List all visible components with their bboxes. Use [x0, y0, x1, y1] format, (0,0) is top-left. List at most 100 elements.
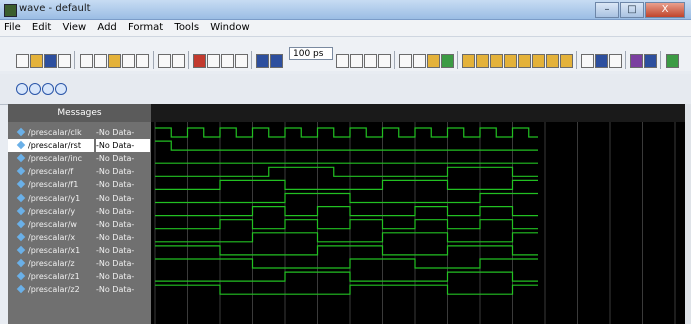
signal-name-row[interactable]: /prescalar/z2	[8, 283, 94, 296]
signal-name-row[interactable]: /prescalar/x1	[8, 244, 94, 257]
zoom-cursor-icon[interactable]	[55, 83, 67, 95]
restart-icon[interactable]	[427, 54, 440, 68]
zoom-toolbar	[0, 74, 691, 105]
signal-name: /prescalar/y1	[28, 193, 81, 203]
paste-icon[interactable]	[108, 54, 121, 68]
left-right-arrow-icon[interactable]	[270, 54, 283, 68]
edge-any-icon[interactable]	[518, 54, 531, 68]
signal-waveform	[155, 219, 538, 230]
signal-value: -No Data-	[96, 167, 135, 177]
signal-name-row[interactable]: /prescalar/rst	[8, 139, 94, 153]
print-icon[interactable]	[58, 54, 71, 68]
zoom-out-icon[interactable]	[29, 83, 41, 95]
menu-window[interactable]: Window	[206, 20, 253, 33]
open-folder-icon[interactable]	[30, 54, 43, 68]
wave-group-icon[interactable]	[235, 54, 248, 68]
signal-waveform	[155, 258, 538, 269]
copy-icon[interactable]	[94, 54, 107, 68]
window-title: wave - default	[19, 3, 91, 14]
cut-icon[interactable]	[80, 54, 93, 68]
compile-icon[interactable]	[193, 54, 206, 68]
signal-name-row[interactable]: /prescalar/z	[8, 257, 94, 270]
break-icon[interactable]	[378, 54, 391, 68]
signal-value: -No Data-	[96, 219, 135, 229]
signal-name-row[interactable]: /prescalar/z1	[8, 270, 94, 283]
signal-value: -No Data-	[96, 206, 135, 216]
run-all-icon[interactable]	[364, 54, 377, 68]
menu-format[interactable]: Format	[124, 20, 167, 33]
up-arrow-icon[interactable]	[256, 54, 269, 68]
signal-value: -No Data-	[96, 245, 135, 255]
save-icon[interactable]	[44, 54, 57, 68]
menu-file[interactable]: File	[0, 20, 25, 33]
edge-fall-icon[interactable]	[504, 54, 517, 68]
edge-next-icon[interactable]	[476, 54, 489, 68]
zoom-mode-icon[interactable]	[595, 54, 608, 68]
edge-prev-icon[interactable]	[462, 54, 475, 68]
signal-name-row[interactable]: /prescalar/x	[8, 231, 94, 244]
signal-value: -No Data-	[96, 139, 150, 153]
find-icon[interactable]	[158, 54, 171, 68]
signal-name-row[interactable]: /prescalar/clk	[8, 126, 94, 139]
signal-value: -No Data-	[96, 193, 135, 203]
signal-diamond-icon	[16, 271, 26, 281]
signal-name-row[interactable]: /prescalar/y	[8, 205, 94, 218]
step-over-icon[interactable]	[413, 54, 426, 68]
menu-tools[interactable]: Tools	[170, 20, 203, 33]
signal-value: -No Data-	[96, 154, 135, 164]
close-button[interactable]: X	[645, 2, 685, 18]
forward-icon[interactable]	[644, 54, 657, 68]
wave-list-icon[interactable]	[221, 54, 234, 68]
vertical-scrollbar[interactable]	[685, 104, 691, 324]
menu-add[interactable]: Add	[93, 20, 120, 33]
signal-waveform	[155, 284, 538, 295]
cursor-add-icon[interactable]	[609, 54, 622, 68]
signal-name: /prescalar/x	[28, 232, 76, 242]
signal-waveform	[155, 179, 538, 190]
run-length-input[interactable]: 100 ps	[289, 47, 333, 60]
signal-name-row[interactable]: /prescalar/f	[8, 165, 94, 178]
edge-find-icon[interactable]	[532, 54, 545, 68]
signal-name-row[interactable]: /prescalar/w	[8, 218, 94, 231]
signal-name: /prescalar/z2	[28, 285, 80, 295]
signal-waveform	[155, 232, 538, 243]
signal-name-row[interactable]: /prescalar/y1	[8, 192, 94, 205]
signal-value: -No Data-	[96, 272, 135, 282]
edge-rise-icon[interactable]	[490, 54, 503, 68]
dataflow-icon[interactable]	[630, 54, 643, 68]
format-icon[interactable]	[172, 54, 185, 68]
waveform-plot	[154, 122, 676, 324]
wave-compare-icon[interactable]	[666, 54, 679, 68]
menu-view[interactable]: View	[58, 20, 90, 33]
title-bar: wave - default – □ X	[0, 0, 691, 20]
signal-name: /prescalar/z	[28, 259, 75, 268]
signal-diamond-icon	[16, 232, 26, 242]
minimize-button[interactable]: –	[595, 2, 619, 18]
wave-add-icon[interactable]	[207, 54, 220, 68]
signal-name-row[interactable]: /prescalar/f1	[8, 178, 94, 191]
edge-stop-icon[interactable]	[560, 54, 573, 68]
zoom-full-icon[interactable]	[42, 83, 54, 95]
messages-header: Messages	[8, 104, 151, 122]
window-controls: – □ X	[595, 2, 685, 18]
edge-search-icon[interactable]	[546, 54, 559, 68]
undo-icon[interactable]	[122, 54, 135, 68]
new-file-icon[interactable]	[16, 54, 29, 68]
signal-value: -No Data-	[96, 232, 135, 242]
zoom-in-icon[interactable]	[16, 83, 28, 95]
signal-name: /prescalar/f	[28, 167, 74, 177]
maximize-button[interactable]: □	[620, 2, 644, 18]
simulate-icon[interactable]	[441, 54, 454, 68]
menu-edit[interactable]: Edit	[28, 20, 55, 33]
select-cursor-icon[interactable]	[581, 54, 594, 68]
step-icon[interactable]	[399, 54, 412, 68]
signal-diamond-icon	[16, 127, 26, 137]
redo-icon[interactable]	[136, 54, 149, 68]
signal-name: /prescalar/inc	[28, 154, 83, 164]
signal-name-row[interactable]: /prescalar/inc	[8, 152, 94, 165]
run-icon[interactable]	[336, 54, 349, 68]
signal-name: /prescalar/clk	[28, 128, 82, 137]
signal-name: /prescalar/w	[28, 219, 77, 229]
run-continue-icon[interactable]	[350, 54, 363, 68]
signal-name: /prescalar/f1	[28, 180, 79, 190]
